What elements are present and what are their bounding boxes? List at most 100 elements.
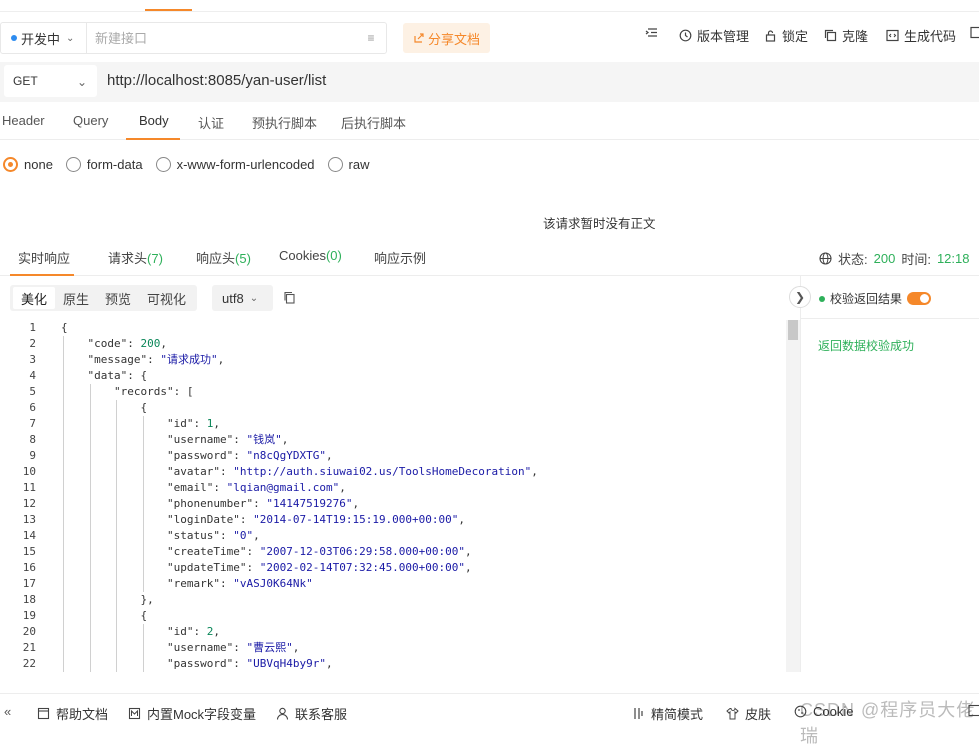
share-doc-button[interactable]: 分享文档 — [403, 23, 491, 53]
gen-code-button[interactable]: 生成代码 — [886, 26, 956, 45]
response-code-view[interactable]: 1{2 "code": 200, 3 "message": "请求成功", 4 "data… — [0, 320, 786, 672]
top-tab-strip — [0, 0, 979, 12]
env-status-dot — [11, 35, 17, 41]
contact-support-link[interactable]: 联系客服 — [276, 704, 347, 723]
help-doc-label: 帮助文档 — [56, 707, 109, 722]
line-number: 9 — [29, 449, 36, 462]
footer-bar: « 帮助文档 内置Mock字段变量 联系客服 精简模式 皮肤 Cookie CS… — [0, 693, 979, 746]
url-input[interactable]: http://localhost:8085/yan-user/list — [107, 72, 326, 89]
method-label: GET — [13, 74, 38, 88]
tab-pre-script[interactable]: 预执行脚本 — [252, 113, 317, 132]
code-text: { — [140, 609, 148, 622]
code-line: 5 "records": [ — [0, 384, 786, 400]
code-text: "remark": "vASJ0K64Nk" — [167, 577, 313, 590]
verify-side-panel: ❯ 校验返回结果 返回数据校验成功 — [789, 276, 979, 672]
radio-raw-label: raw — [348, 156, 370, 172]
tab-response-examples[interactable]: 响应示例 — [374, 248, 426, 267]
code-text: "code": 200, — [87, 337, 168, 350]
code-scrollbar[interactable] — [786, 320, 800, 672]
method-select[interactable]: GET ⌄ — [4, 65, 97, 97]
tab-header[interactable]: Header — [2, 113, 45, 128]
copy-icon[interactable] — [283, 291, 296, 304]
line-number: 22 — [22, 657, 36, 670]
code-line: 22 "password": "UBVqH4by9r", — [0, 656, 786, 672]
cookie-button[interactable]: Cookie — [794, 704, 853, 719]
radio-urlencoded[interactable]: x-www-form-urlencoded — [155, 156, 315, 172]
tab-body[interactable]: Body — [139, 113, 169, 128]
outline-toggle-button[interactable] — [645, 26, 658, 39]
tab-auth[interactable]: 认证 — [198, 113, 224, 132]
empty-body-message: 该请求暂时没有正文 — [543, 217, 656, 231]
clone-button[interactable]: 克隆 — [824, 26, 868, 45]
code-line: 10 "avatar": "http://auth.siuwai02.us/Too… — [0, 464, 786, 480]
code-text: { — [61, 321, 68, 334]
view-mode-raw[interactable]: 原生 — [55, 287, 97, 309]
verify-status-dot — [819, 295, 825, 302]
scrollbar-thumb[interactable] — [788, 320, 798, 340]
code-text: "email": "lqian@gmail.com", — [167, 481, 346, 494]
radio-raw[interactable]: raw — [327, 156, 370, 172]
line-number: 17 — [22, 577, 36, 590]
user-icon — [276, 707, 289, 720]
divider — [801, 318, 979, 319]
radio-checked-icon — [3, 156, 18, 172]
time-value: 12:18 — [936, 251, 970, 266]
mock-icon — [128, 707, 141, 720]
code-text: "username": "钱岚", — [167, 433, 289, 446]
code-line: 14 "status": "0", — [0, 528, 786, 544]
text-format-icon[interactable]: ≡ — [356, 31, 386, 45]
radio-unchecked-icon — [65, 156, 81, 172]
verify-label: 校验返回结果 — [830, 292, 903, 306]
api-name-input[interactable] — [87, 23, 356, 53]
tab-post-script[interactable]: 后执行脚本 — [341, 113, 406, 132]
code-text: "data": { — [87, 369, 148, 382]
panel-toggle-icon[interactable] — [968, 704, 979, 717]
line-number: 21 — [22, 641, 36, 654]
active-doc-tab-indicator — [145, 9, 192, 11]
verify-toggle-row: 校验返回结果 — [819, 290, 932, 307]
line-number: 19 — [22, 609, 36, 622]
response-tabs: 实时响应 请求头(7) 响应头(5) Cookies(0) 响应示例 状态: 2… — [0, 236, 979, 276]
globe-icon — [819, 252, 832, 265]
compact-mode-toggle[interactable]: 精简模式 — [632, 704, 703, 723]
tab-query[interactable]: Query — [73, 113, 108, 128]
view-mode-visual[interactable]: 可视化 — [139, 287, 194, 309]
status-label: 状态: — [838, 252, 868, 267]
cookie-label: Cookie — [813, 704, 854, 719]
help-doc-link[interactable]: 帮助文档 — [37, 704, 108, 723]
more-button[interactable] — [970, 26, 979, 39]
tab-request-headers[interactable]: 请求头(7) — [108, 248, 163, 267]
skin-label: 皮肤 — [745, 707, 772, 722]
verify-toggle[interactable] — [907, 292, 932, 305]
compact-icon — [634, 708, 643, 719]
line-number: 11 — [22, 481, 36, 494]
view-mode-group: 美化 原生 预览 可视化 — [10, 285, 198, 311]
collapse-left-icon[interactable]: « — [4, 704, 11, 719]
code-line: 4 "data": { — [0, 368, 786, 384]
line-number: 18 — [22, 593, 36, 606]
line-number: 4 — [29, 369, 36, 382]
env-selector[interactable]: 开发中 ⌄ — [1, 23, 87, 53]
view-mode-preview[interactable]: 预览 — [97, 287, 139, 309]
env-and-name-box: 开发中 ⌄ ≡ — [0, 22, 387, 54]
tab-cookies[interactable]: Cookies(0) — [279, 248, 342, 263]
lock-button[interactable]: 锁定 — [764, 26, 808, 45]
version-label: 版本管理 — [697, 29, 750, 44]
tab-live-response[interactable]: 实时响应 — [18, 248, 70, 267]
code-text: "message": "请求成功", — [87, 353, 225, 366]
mock-vars-link[interactable]: 内置Mock字段变量 — [128, 704, 256, 723]
radio-form-data[interactable]: form-data — [65, 156, 143, 172]
verify-result: 返回数据校验成功 — [818, 339, 915, 353]
encoding-select[interactable]: utf8 ⌄ — [212, 285, 273, 311]
view-mode-pretty[interactable]: 美化 — [13, 287, 56, 309]
cookies-count: (0) — [325, 248, 342, 263]
chevron-right-icon[interactable]: ❯ — [789, 286, 811, 308]
line-number: 3 — [29, 353, 36, 366]
radio-none[interactable]: none — [3, 156, 53, 172]
skin-button[interactable]: 皮肤 — [726, 704, 771, 723]
share-icon — [414, 33, 424, 43]
radio-none-label: none — [24, 156, 53, 172]
tab-response-headers[interactable]: 响应头(5) — [196, 248, 251, 267]
version-button[interactable]: 版本管理 — [679, 26, 749, 45]
code-line: 2 "code": 200, — [0, 336, 786, 352]
